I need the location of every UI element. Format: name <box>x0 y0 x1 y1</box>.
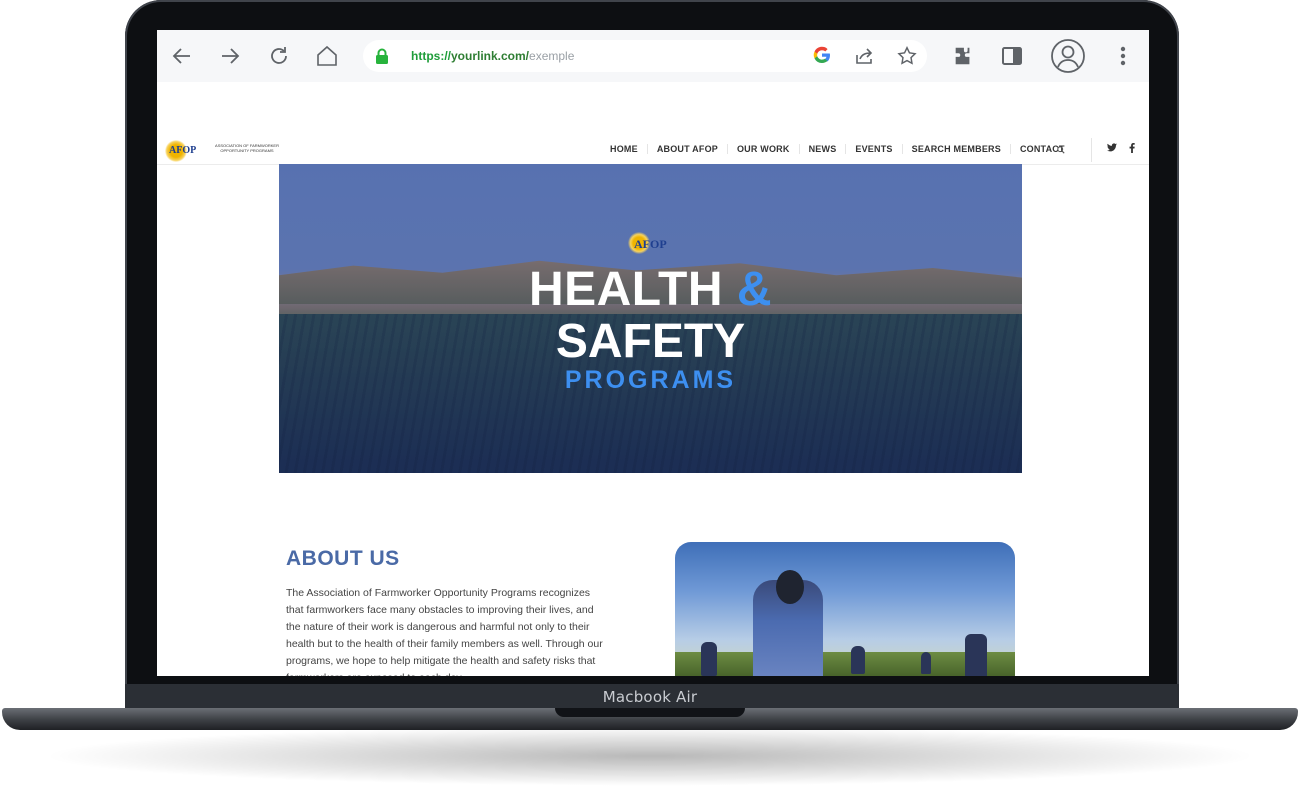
nav-search-members[interactable]: SEARCH MEMBERS <box>903 144 1011 154</box>
star-icon[interactable] <box>896 45 918 72</box>
extensions-icon[interactable] <box>952 45 974 72</box>
site-header: AFOP ASSOCIATION OF FARMWORKER OPPORTUNI… <box>157 134 1149 165</box>
url-scheme: https:// <box>411 49 451 63</box>
sidebar-icon[interactable] <box>1001 45 1023 72</box>
hero-banner: AFOP HEALTH & SAFETY PROGRAMS <box>279 164 1022 473</box>
main-nav: HOME ABOUT AFOP OUR WORK NEWS EVENTS SEA… <box>601 144 1074 154</box>
lock-icon <box>375 48 389 69</box>
photo-worker <box>965 634 987 676</box>
laptop-notch <box>555 708 745 717</box>
site-logo[interactable]: AFOP <box>169 145 196 156</box>
hero-logo: AFOP <box>634 237 667 251</box>
photo-worker <box>921 652 931 674</box>
profile-icon[interactable] <box>1050 38 1086 79</box>
home-icon[interactable] <box>314 43 340 69</box>
hero-title-line3: PROGRAMS <box>564 366 737 394</box>
forward-arrow-icon[interactable] <box>217 43 243 69</box>
photo-field <box>675 652 1015 676</box>
reload-icon[interactable] <box>266 43 292 69</box>
about-body: The Association of Farmworker Opportunit… <box>286 587 603 676</box>
address-bar[interactable]: https://yourlink.com/exemple <box>363 40 927 72</box>
twitter-icon[interactable] <box>1107 143 1117 155</box>
hero-title-line1: HEALTH & <box>279 262 1022 317</box>
device-label: Macbook Air <box>602 688 698 706</box>
nav-events[interactable]: EVENTS <box>846 144 903 154</box>
hero-ampersand: & <box>736 263 773 316</box>
laptop-shadow <box>40 726 1260 786</box>
hero-title-line2: SAFETY <box>555 315 746 368</box>
back-arrow-icon[interactable] <box>169 43 195 69</box>
facebook-icon[interactable] <box>1129 143 1135 156</box>
photo-main-worker-head <box>776 570 804 604</box>
photo-worker <box>851 646 865 674</box>
search-icon[interactable] <box>1057 146 1065 156</box>
farmworker-photo <box>675 542 1015 676</box>
nav-news[interactable]: NEWS <box>800 144 847 154</box>
url-text: https://yourlink.com/exemple <box>411 49 574 63</box>
browser-screen: https://yourlink.com/exemple AFOP ASSOCI… <box>157 30 1149 676</box>
google-icon[interactable] <box>813 46 831 69</box>
hero-health: HEALTH <box>528 263 724 316</box>
nav-home[interactable]: HOME <box>601 144 648 154</box>
header-divider <box>1091 138 1092 162</box>
nav-our-work[interactable]: OUR WORK <box>728 144 800 154</box>
url-host: yourlink.com/ <box>451 49 530 63</box>
photo-worker <box>701 642 717 676</box>
url-path: exemple <box>529 49 575 63</box>
share-icon[interactable] <box>854 46 874 71</box>
logo-subtitle: ASSOCIATION OF FARMWORKER OPPORTUNITY PR… <box>215 143 279 153</box>
browser-toolbar: https://yourlink.com/exemple <box>157 30 1149 82</box>
nav-about-afop[interactable]: ABOUT AFOP <box>648 144 728 154</box>
more-vert-icon[interactable] <box>1119 45 1127 72</box>
about-title: ABOUT US <box>286 547 400 570</box>
